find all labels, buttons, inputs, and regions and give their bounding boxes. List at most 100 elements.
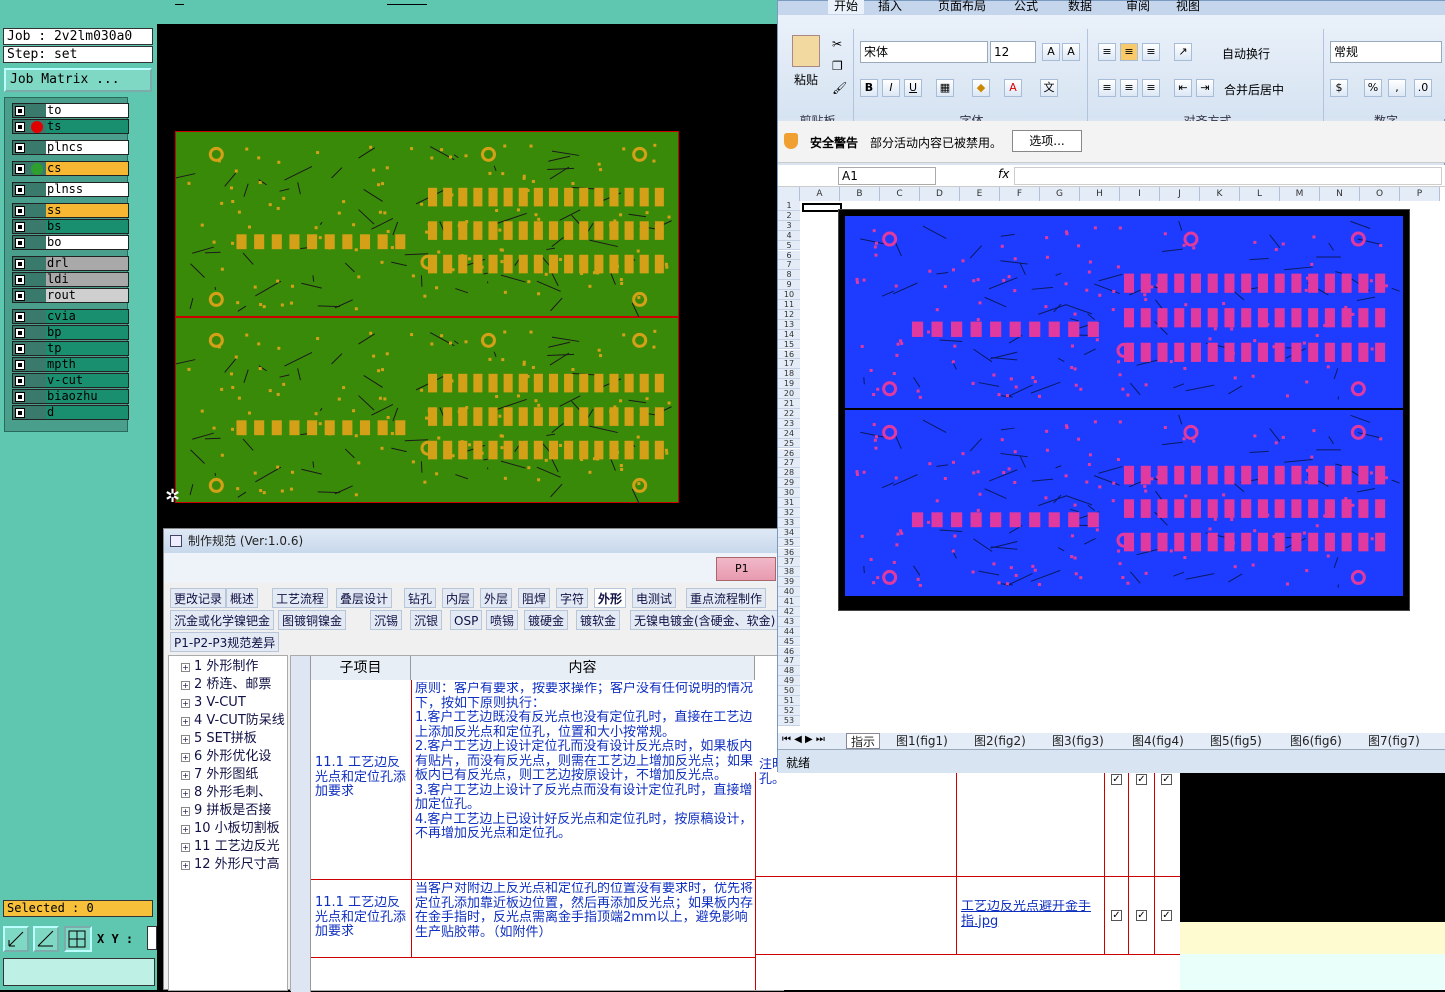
row-header[interactable]: 42: [778, 607, 800, 617]
column-header[interactable]: G: [1040, 187, 1080, 201]
tab-tabs_row2-8[interactable]: 无镍电镀金(含硬金、软金): [630, 610, 779, 630]
tree-node[interactable]: +4 V-CUT防呆线: [181, 712, 285, 730]
wrap-text-button[interactable]: 自动换行: [1222, 45, 1270, 62]
row-header[interactable]: 14: [778, 330, 800, 340]
layer-checkbox[interactable]: [15, 164, 25, 174]
row-header[interactable]: 6: [778, 251, 800, 261]
currency-icon[interactable]: $: [1330, 79, 1348, 97]
expand-icon[interactable]: +: [181, 843, 190, 852]
tab-tabs_row3-0[interactable]: P1-P2-P3规范差异: [170, 632, 279, 652]
row-header[interactable]: 30: [778, 488, 800, 498]
tree-node[interactable]: +5 SET拼板: [181, 730, 257, 748]
embedded-pcb-image[interactable]: [838, 209, 1410, 611]
tab-tabs_row2-2[interactable]: 沉锡: [370, 610, 402, 630]
column-header[interactable]: B: [840, 187, 880, 201]
row-header[interactable]: 37: [778, 557, 800, 567]
layer-to[interactable]: to: [12, 103, 129, 118]
ribbon-tab[interactable]: 视图: [1176, 0, 1200, 14]
checkbox[interactable]: ✓: [1111, 910, 1122, 921]
sheet-tab[interactable]: 图2(fig2): [970, 733, 1030, 749]
active-cell[interactable]: [802, 203, 842, 212]
row-header[interactable]: 23: [778, 419, 800, 429]
sheet-tab[interactable]: 图7(fig7): [1364, 733, 1424, 749]
row-header[interactable]: 43: [778, 617, 800, 627]
align-center-icon[interactable]: ≡: [1120, 79, 1138, 97]
column-header[interactable]: J: [1160, 187, 1200, 201]
row-header[interactable]: 53: [778, 716, 800, 726]
ribbon-tab[interactable]: 插入: [878, 0, 902, 14]
column-header[interactable]: M: [1280, 187, 1320, 201]
tab-tabs_row2-5[interactable]: 喷锡: [486, 610, 518, 630]
row-header[interactable]: 7: [778, 260, 800, 270]
tree-node[interactable]: +8 外形毛刺、: [181, 784, 271, 802]
sheet-nav-icon[interactable]: ⏮ ◀ ▶ ⏭: [782, 734, 825, 745]
cut-icon[interactable]: ✂: [832, 37, 842, 51]
layer-checkbox[interactable]: [15, 106, 25, 116]
expand-icon[interactable]: +: [181, 663, 190, 672]
row-header[interactable]: 51: [778, 696, 800, 706]
italic-icon[interactable]: I: [882, 79, 900, 97]
layer-mpth[interactable]: mpth: [12, 357, 129, 372]
column-header[interactable]: F: [1000, 187, 1040, 201]
measure-tool-icon[interactable]: [33, 926, 59, 952]
formula-input[interactable]: [1014, 167, 1442, 185]
row-header[interactable]: 46: [778, 647, 800, 657]
row-header[interactable]: 9: [778, 280, 800, 290]
sheet-tab[interactable]: 图4(fig4): [1128, 733, 1188, 749]
column-header[interactable]: N: [1320, 187, 1360, 201]
column-header[interactable]: D: [920, 187, 960, 201]
layer-checkbox[interactable]: [15, 328, 25, 338]
phonetic-icon[interactable]: 文: [1040, 79, 1058, 97]
sheet-tab[interactable]: 图5(fig5): [1206, 733, 1266, 749]
decrease-indent-icon[interactable]: ⇤: [1174, 79, 1192, 97]
expand-icon[interactable]: +: [181, 789, 190, 798]
layer-checkbox[interactable]: [15, 143, 25, 153]
row-header[interactable]: 13: [778, 320, 800, 330]
bold-icon[interactable]: B: [860, 79, 878, 97]
ribbon-tab[interactable]: 页面布局: [938, 0, 986, 14]
tab-tabs_row1-10[interactable]: 电测试: [632, 588, 676, 608]
checkbox[interactable]: ✓: [1111, 774, 1122, 785]
row-header[interactable]: 22: [778, 409, 800, 419]
fill-color-icon[interactable]: ◆: [972, 79, 990, 97]
row-header[interactable]: 36: [778, 548, 800, 558]
tree-node[interactable]: +9 拼板是否接: [181, 802, 271, 820]
zoom-tool-icon[interactable]: [3, 926, 29, 952]
row-header[interactable]: 40: [778, 587, 800, 597]
row-header[interactable]: 27: [778, 458, 800, 468]
layer-checkbox[interactable]: [15, 344, 25, 354]
row-header[interactable]: 50: [778, 686, 800, 696]
layer-cvia[interactable]: cvia: [12, 309, 129, 324]
tab-tabs_row2-6[interactable]: 镀硬金: [524, 610, 568, 630]
row-header[interactable]: 49: [778, 676, 800, 686]
layer-bp[interactable]: bp: [12, 325, 129, 340]
merge-center-button[interactable]: 合并后居中: [1224, 81, 1284, 98]
row-header[interactable]: 38: [778, 567, 800, 577]
align-top-icon[interactable]: ≡: [1098, 43, 1116, 61]
orientation-icon[interactable]: ↗: [1174, 43, 1192, 61]
tab-tabs_row1-4[interactable]: 钻孔: [404, 588, 436, 608]
row-header[interactable]: 25: [778, 439, 800, 449]
expand-icon[interactable]: +: [181, 771, 190, 780]
row-header[interactable]: 44: [778, 627, 800, 637]
expand-icon[interactable]: +: [181, 681, 190, 690]
name-box[interactable]: A1: [838, 167, 936, 185]
column-header[interactable]: L: [1240, 187, 1280, 201]
fx-icon[interactable]: fx: [998, 167, 1009, 181]
row-header[interactable]: 3: [778, 221, 800, 231]
comma-icon[interactable]: ,: [1388, 79, 1406, 97]
align-right-icon[interactable]: ≡: [1142, 79, 1160, 97]
percent-icon[interactable]: %: [1364, 79, 1382, 97]
layer-checkbox[interactable]: [15, 376, 25, 386]
row-header[interactable]: 8: [778, 270, 800, 280]
layer-bo[interactable]: bo: [12, 235, 129, 250]
tree-node[interactable]: +1 外形制作: [181, 658, 258, 676]
row2-attachment-link[interactable]: 工艺边反光点避开金手指.jpg: [961, 900, 1101, 934]
expand-icon[interactable]: +: [181, 807, 190, 816]
underline-icon[interactable]: U: [904, 79, 922, 97]
shrink-font-icon[interactable]: A: [1062, 43, 1080, 61]
layer-checkbox[interactable]: [15, 206, 25, 216]
tab-tabs_row1-0[interactable]: 更改记录: [170, 588, 226, 608]
row-header[interactable]: 12: [778, 310, 800, 320]
column-header[interactable]: C: [880, 187, 920, 201]
